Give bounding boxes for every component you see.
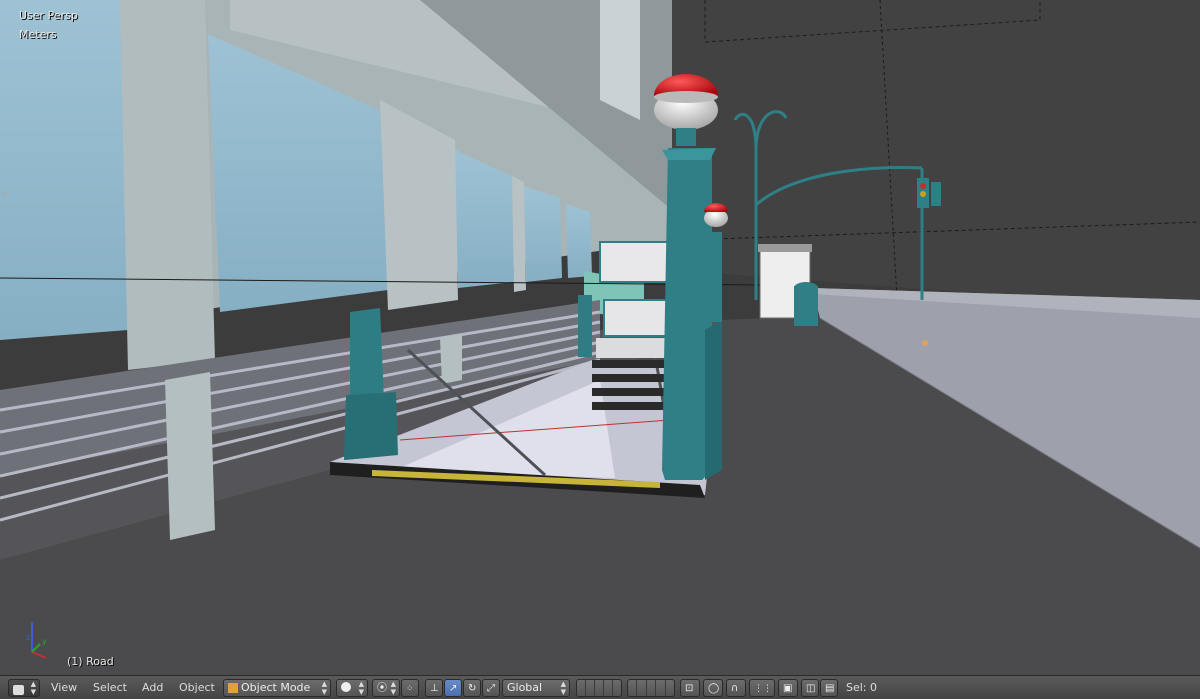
grid-dots-icon: ⁘ xyxy=(406,684,414,694)
transform-orientation-selector[interactable]: Global ▲ ▼ xyxy=(502,679,570,697)
lock-camera-button[interactable]: ⊡ xyxy=(680,679,700,697)
svg-text:y: y xyxy=(42,637,47,646)
menu-select[interactable]: Select xyxy=(93,679,127,697)
scale-manipulator-button[interactable]: ⤢ xyxy=(482,679,500,697)
magnet-icon: ∩ xyxy=(731,683,739,694)
translate-manipulator-button[interactable]: ↗ xyxy=(444,679,462,697)
3d-view-header: ▲ ▼ View Select Add Object Object Mode ▲ ▼… xyxy=(0,675,1200,699)
3d-view-icon xyxy=(13,684,24,695)
clapper-icon: ▤ xyxy=(825,683,835,694)
pivot-point-selector[interactable]: ⦿ ▲ ▼ xyxy=(372,679,400,697)
rotate-icon: ↻ xyxy=(468,683,477,694)
snap-element-selector[interactable]: ⋮⋮ xyxy=(749,679,775,697)
menu-object[interactable]: Object xyxy=(179,679,215,697)
toolshelf-toggle-icon[interactable]: + xyxy=(0,186,10,202)
editor-type-button[interactable]: ▲ ▼ xyxy=(8,679,40,697)
scale-icon: ⤢ xyxy=(487,683,495,694)
solid-sphere-icon xyxy=(341,682,351,692)
active-object-label: (1) Road xyxy=(67,655,114,668)
layer-buttons-2[interactable] xyxy=(627,679,675,697)
manipulator-icon: ⊥ xyxy=(430,683,439,694)
rotate-manipulator-button[interactable]: ↻ xyxy=(463,679,481,697)
menu-add[interactable]: Add xyxy=(142,679,163,697)
axis-gizmo-icon: z y xyxy=(26,622,47,659)
pivot-point-icon: ⦿ xyxy=(377,683,387,694)
lock-icon: ⊡ xyxy=(685,683,694,694)
view-perspective-label: User Persp xyxy=(19,9,78,22)
layer-buttons-1[interactable] xyxy=(576,679,622,697)
viewport-shading-selector[interactable]: ▲ ▼ xyxy=(336,679,368,697)
arrow-icon: ↗ xyxy=(449,683,458,694)
circle-icon: ◯ xyxy=(708,683,720,694)
opengl-animation-button[interactable]: ▤ xyxy=(820,679,838,697)
only-origins-toggle[interactable]: ⁘ xyxy=(401,679,419,697)
image-icon: ▣ xyxy=(783,683,793,694)
transform-orientation-value: Global xyxy=(507,681,543,694)
render-preview-button[interactable]: ▣ xyxy=(778,679,798,697)
selection-count: Sel: 0 xyxy=(846,681,878,694)
camera-icon: ◫ xyxy=(806,683,816,694)
snap-toggle-button[interactable]: ∩ xyxy=(726,679,746,697)
units-label: Meters xyxy=(19,28,57,41)
3d-viewport[interactable]: User Persp Meters + z y (1) Road xyxy=(0,0,1200,675)
menu-view[interactable]: View xyxy=(51,679,77,697)
scene-render xyxy=(0,0,1200,675)
mode-selector-value: Object Mode xyxy=(241,681,311,694)
object-cube-icon xyxy=(228,683,238,693)
proportional-edit-button[interactable]: ◯ xyxy=(703,679,723,697)
manipulator-toggle[interactable]: ⊥ xyxy=(425,679,443,697)
snap-increment-icon: ⋮⋮ xyxy=(754,684,772,694)
opengl-render-button[interactable]: ◫ xyxy=(801,679,819,697)
mode-selector[interactable]: Object Mode ▲ ▼ xyxy=(223,679,331,697)
svg-text:z: z xyxy=(26,633,30,642)
